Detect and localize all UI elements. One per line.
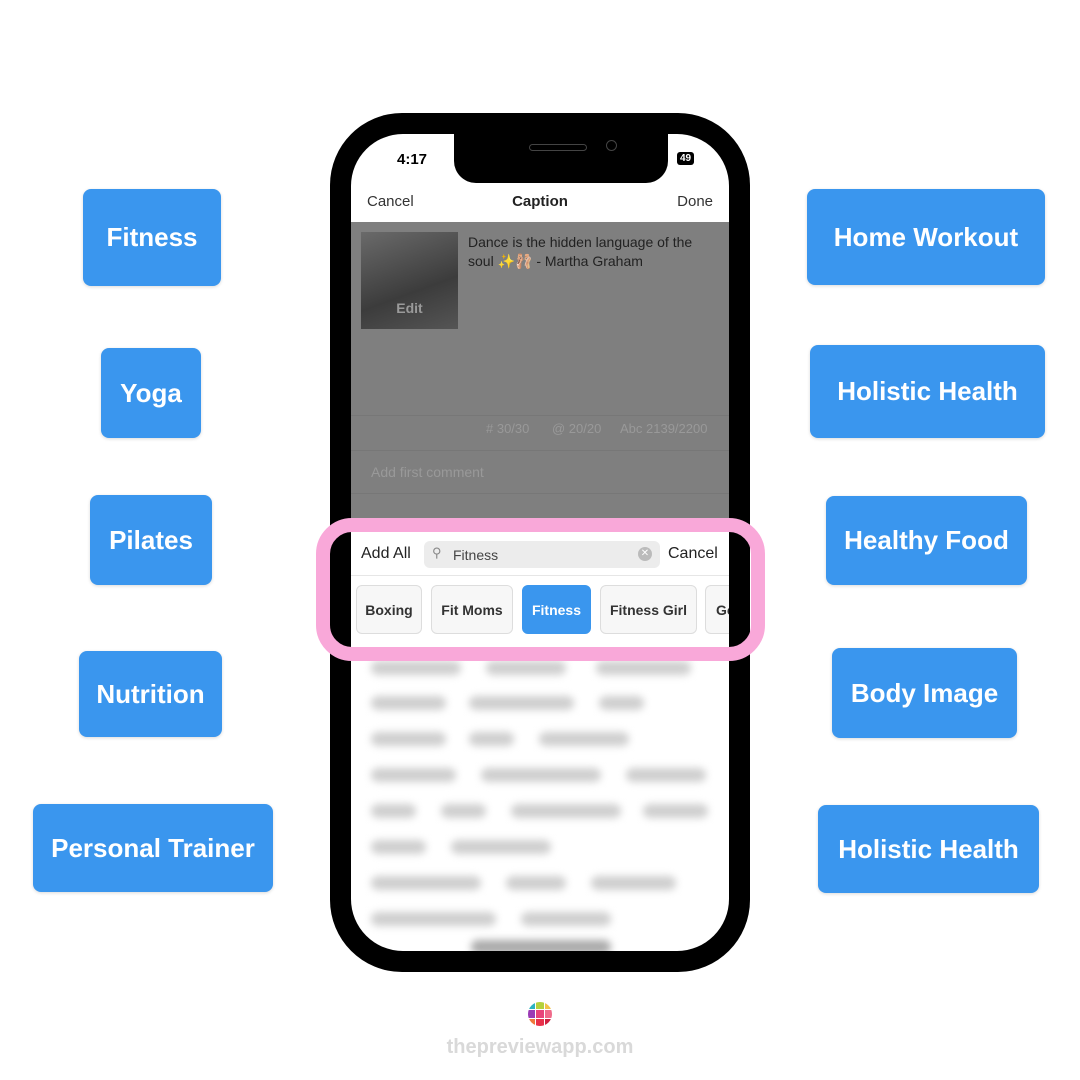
- tag-healthy-food: Healthy Food: [826, 496, 1027, 585]
- tag-personal-trainer: Personal Trainer: [33, 804, 273, 892]
- tag-yoga: Yoga: [101, 348, 201, 438]
- search-cancel-button[interactable]: Cancel: [668, 545, 718, 563]
- divider: [351, 493, 729, 494]
- status-time: 4:17: [397, 151, 428, 168]
- nav-title: Caption: [512, 193, 568, 210]
- footer-brand[interactable]: thepreviewapp.com: [0, 1036, 1080, 1059]
- chip-boxing[interactable]: Boxing: [356, 585, 422, 634]
- divider: [351, 450, 729, 451]
- search-input[interactable]: ⚲ Fitness ✕: [424, 541, 660, 568]
- chip-partial[interactable]: Go: [705, 585, 729, 634]
- nav-done-button[interactable]: Done: [677, 193, 713, 210]
- search-icon: ⚲: [432, 545, 442, 560]
- tag-body-image: Body Image: [832, 648, 1017, 738]
- edit-label[interactable]: Edit: [361, 300, 458, 316]
- chip-fitness-selected[interactable]: Fitness: [522, 585, 591, 634]
- add-all-button[interactable]: Add All: [361, 545, 411, 563]
- tag-fitness: Fitness: [83, 189, 221, 286]
- tag-holistic-health-2: Holistic Health: [818, 805, 1039, 893]
- preview-logo-icon: [528, 1002, 552, 1026]
- divider: [351, 415, 729, 416]
- hashtag-counter: # 30/30: [486, 421, 530, 436]
- caption-text[interactable]: Dance is the hidden language of the soul…: [468, 233, 708, 271]
- char-counter: Abc 2139/2200: [620, 421, 708, 436]
- tag-holistic-health: Holistic Health: [810, 345, 1045, 438]
- post-thumbnail[interactable]: Edit: [361, 232, 458, 329]
- battery-icon: 49: [677, 152, 695, 165]
- first-comment-input[interactable]: Add first comment: [371, 464, 484, 480]
- clear-icon[interactable]: ✕: [638, 547, 652, 561]
- tag-home-workout: Home Workout: [807, 189, 1045, 285]
- search-value: Fitness: [453, 547, 499, 563]
- caption-editor: Edit Dance is the hidden language of the…: [351, 222, 729, 518]
- mention-counter: @ 20/20: [552, 421, 602, 436]
- notch: [454, 134, 668, 183]
- tag-nutrition: Nutrition: [79, 651, 222, 737]
- chip-fit-moms[interactable]: Fit Moms: [431, 585, 513, 634]
- divider: [351, 575, 729, 576]
- tag-pilates: Pilates: [90, 495, 212, 585]
- chip-fitness-girl[interactable]: Fitness Girl: [600, 585, 697, 634]
